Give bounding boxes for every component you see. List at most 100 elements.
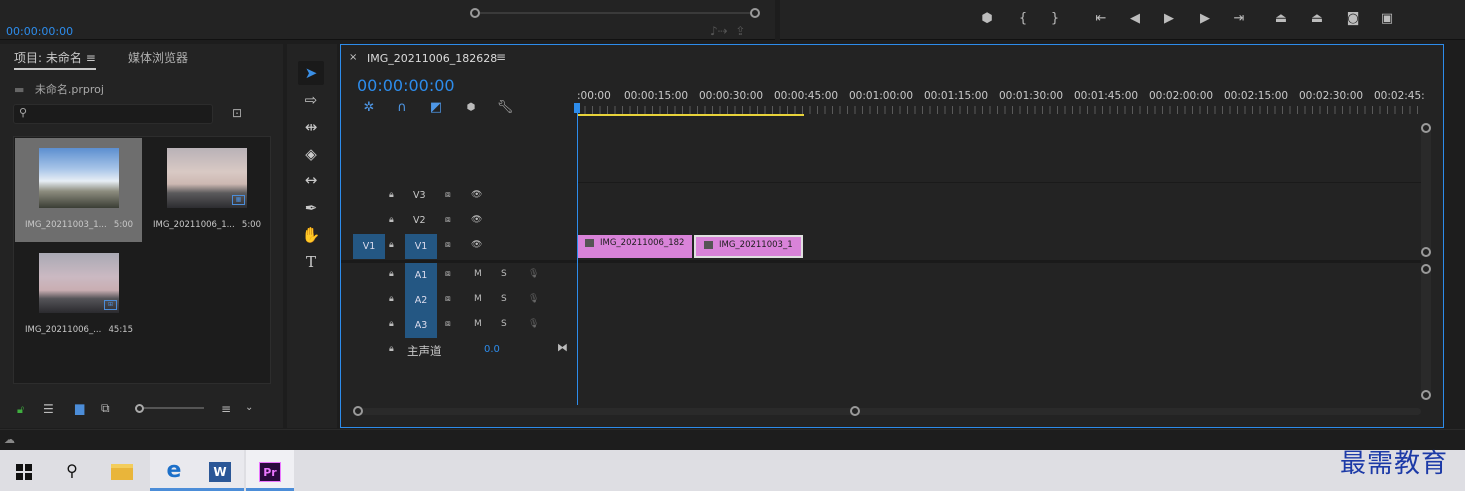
scroll-handle[interactable] [1421,390,1431,400]
edge-browser-icon[interactable]: e [150,450,198,491]
source-timecode[interactable]: 00:00:00:00 [6,25,73,38]
timeline-timecode[interactable]: 00:00:00:00 [357,76,455,95]
close-icon[interactable]: × [349,52,357,63]
track-area[interactable]: IMG_20211006_182 IMG_20211003_1 [577,234,1421,259]
track-area[interactable] [577,338,1421,363]
search-input[interactable]: ⚲ [13,104,213,124]
lift-icon[interactable]: ⏏ [1270,10,1292,28]
track-area[interactable] [577,209,1421,234]
scroll-handle-left[interactable] [470,8,480,18]
nest-icon[interactable]: ✲ [360,100,378,116]
eye-icon[interactable]: 👁︎ [471,240,482,250]
sequence-tab-title[interactable]: IMG_20211006_182628 [367,52,497,65]
sort-icon[interactable]: ≡ [221,402,231,416]
export-frame-icon[interactable]: ◙ [1342,10,1364,28]
extract-icon[interactable]: ⏏ [1306,10,1328,28]
track-area[interactable] [577,263,1421,288]
go-to-out-icon[interactable]: ⇥ [1228,10,1250,28]
eye-icon[interactable]: 👁︎ [471,215,482,225]
lock-icon[interactable]: 🔒︎ [389,344,394,354]
project-clip[interactable]: IMG_20211003_1... 5:00 [15,138,142,242]
lock-icon[interactable]: 🔒︎ [389,294,394,304]
scroll-handle-left[interactable] [353,406,363,416]
insert-overwrite-icons[interactable]: ♪⇢ ⇪ [710,24,745,38]
lock-icon[interactable]: 🔒︎ [389,319,394,329]
step-back-icon[interactable]: ◀ [1124,10,1146,28]
scroll-handle-right[interactable] [750,8,760,18]
track-label[interactable]: V1 [405,234,437,259]
zoom-slider[interactable] [135,404,205,413]
new-search-bin-icon[interactable]: ⊡ [232,106,242,120]
project-clip[interactable]: ▦ IMG_20211006_1... 5:00 [143,138,270,242]
mark-in-icon[interactable]: { [1012,10,1034,28]
track-label[interactable]: V2 [413,215,426,226]
master-volume-value[interactable]: 0.0 [484,344,500,355]
hand-tool-icon[interactable]: ✋ [298,223,324,247]
step-forward-icon[interactable]: ▶ [1194,10,1216,28]
sync-lock-icon[interactable]: ⧈ [445,190,451,200]
mute-button[interactable]: M [474,269,482,279]
add-marker-icon[interactable]: ⬢ [462,100,480,116]
sync-lock-icon[interactable]: ⧈ [445,294,451,304]
lock-icon[interactable]: 🔒︎ [389,190,394,200]
track-label[interactable]: V3 [413,190,426,201]
creative-cloud-icon[interactable]: ☁ [4,433,15,446]
windows-start-icon[interactable] [0,450,48,491]
lock-icon[interactable]: 🔓︎ [17,403,24,417]
lock-icon[interactable]: 🔒︎ [389,269,394,279]
solo-button[interactable]: S [501,319,507,329]
razor-tool-icon[interactable]: ◈ [298,142,324,166]
microphone-icon[interactable]: 🎙︎ [528,269,539,279]
solo-button[interactable]: S [501,269,507,279]
scroll-handle[interactable] [1421,264,1431,274]
type-tool-icon[interactable]: T [298,250,324,274]
sync-lock-icon[interactable]: ⧈ [445,269,451,279]
track-label[interactable]: A2 [405,288,437,313]
scroll-handle[interactable] [1421,123,1431,133]
tab-media-browser[interactable]: 媒体浏览器 [128,49,188,66]
time-ruler[interactable]: :00:00 00:00:15:00 00:00:30:00 00:00:45:… [577,86,1425,118]
playhead-handle[interactable] [574,103,580,113]
snap-icon[interactable]: ∩ [393,100,411,116]
add-marker-icon[interactable]: ⬢ [976,10,998,28]
icon-view-icon[interactable]: ▆ [75,401,84,415]
track-area[interactable] [577,288,1421,313]
pen-tool-icon[interactable]: ✒ [298,196,324,220]
video-vertical-scrollbar[interactable] [1421,123,1431,257]
tab-project[interactable]: 项目: 未命名 ≡ [14,49,96,70]
sync-lock-icon[interactable]: ⧈ [445,319,451,329]
chevron-down-icon[interactable]: ⌄ [245,402,253,413]
microphone-icon[interactable]: 🎙︎ [528,319,539,329]
mute-button[interactable]: M [474,319,482,329]
solo-button[interactable]: S [501,294,507,304]
scroll-handle-right[interactable] [850,406,860,416]
premiere-pro-icon[interactable]: Pr [246,450,294,491]
linked-selection-icon[interactable]: ◩ [427,100,445,116]
mark-out-icon[interactable]: } [1044,10,1066,28]
audio-vertical-scrollbar[interactable] [1421,264,1431,400]
go-to-end-icon[interactable]: ⧓ [557,341,568,354]
compare-view-icon[interactable]: ▣ [1376,10,1398,28]
timeline-clip[interactable]: IMG_20211003_1 [694,235,803,258]
settings-wrench-icon[interactable]: 🔧︎ [496,100,514,116]
lock-icon[interactable]: 🔒︎ [389,240,394,250]
work-area-bar[interactable] [577,114,804,116]
timeline-clip[interactable]: IMG_20211006_182 [577,235,692,258]
play-icon[interactable]: ▶ [1158,10,1180,28]
search-icon[interactable]: ⚲ [48,450,96,491]
menu-icon[interactable]: ≡ [86,51,96,65]
source-zoom-scrollbar[interactable] [470,6,760,20]
ripple-edit-tool-icon[interactable]: ⇹ [298,115,324,139]
scroll-handle[interactable] [1421,247,1431,257]
sync-lock-icon[interactable]: ⧈ [445,215,451,225]
source-patch-v1[interactable]: V1 [353,234,385,259]
eye-icon[interactable]: 👁︎ [471,190,482,200]
track-select-tool-icon[interactable]: ⇨ [298,88,324,112]
track-area[interactable] [577,313,1421,338]
project-clip[interactable]: ⊞ IMG_20211006_... 45:15 [15,243,142,347]
menu-icon[interactable]: ≡ [496,50,506,64]
sync-lock-icon[interactable]: ⧈ [445,240,451,250]
microphone-icon[interactable]: 🎙︎ [528,294,539,304]
freeform-view-icon[interactable]: ⧉ [101,401,110,416]
lock-icon[interactable]: 🔒︎ [389,215,394,225]
